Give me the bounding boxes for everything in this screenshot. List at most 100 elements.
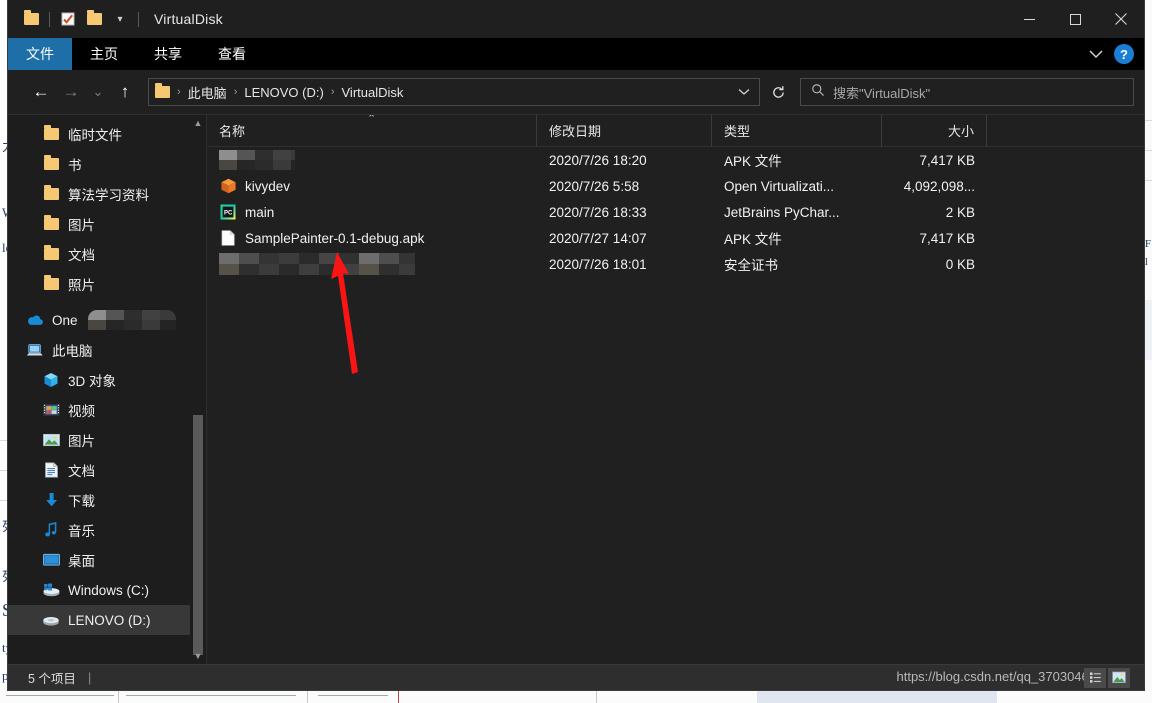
breadcrumb-item-this-pc[interactable]: 此电脑 <box>184 83 231 102</box>
window-title: VirtualDisk <box>154 11 223 27</box>
file-size-cell: 0 KB <box>945 256 975 272</box>
breadcrumb-separator: › <box>330 86 335 98</box>
sidebar-item-label: 照片 <box>68 278 95 293</box>
table-row[interactable]: SamplePainter-0.1-debug.apk 2020/7/27 14… <box>207 225 1144 251</box>
sidebar-item-documents[interactable]: 文档 <box>8 455 206 485</box>
address-bar[interactable]: › 此电脑 › LENOVO (D:) › VirtualDisk <box>148 78 760 106</box>
details-view-button[interactable] <box>1084 667 1106 688</box>
breadcrumb-item-lenovo-d[interactable]: LENOVO (D:) <box>240 85 327 100</box>
file-type-cell: JetBrains PyChar... <box>724 204 840 220</box>
file-date-cell: 2020/7/26 18:33 <box>549 204 647 220</box>
file-name-cell: kivydev <box>207 177 537 195</box>
sidebar-item-label: 文档 <box>68 248 95 263</box>
file-type-cell: Open Virtualizati... <box>724 178 835 194</box>
breadcrumb-item-virtualdisk[interactable]: VirtualDisk <box>338 85 408 100</box>
sidebar-item-label: Windows (C:) <box>68 582 150 598</box>
document-icon <box>219 229 237 247</box>
svg-text:PC: PC <box>224 210 233 216</box>
recent-locations-chevron-icon[interactable]: ⌄ <box>86 77 110 107</box>
table-row[interactable]: 2020/7/26 18:20 APK 文件 7,417 KB <box>207 147 1144 173</box>
help-button[interactable]: ? <box>1114 44 1134 64</box>
tab-view[interactable]: 查看 <box>200 38 264 70</box>
scroll-down-arrow-icon[interactable]: ▼ <box>190 648 206 664</box>
close-button[interactable] <box>1098 0 1144 38</box>
table-row[interactable]: 2020/7/26 18:01 安全证书 0 KB <box>207 251 1144 277</box>
new-folder-icon[interactable] <box>81 6 107 32</box>
background-window-bottom <box>0 690 1152 703</box>
file-date-cell: 2020/7/27 14:07 <box>549 230 647 246</box>
properties-icon[interactable] <box>55 6 81 32</box>
sidebar-item-书[interactable]: 书 <box>8 149 206 179</box>
onedrive-icon <box>26 311 44 329</box>
sidebar-item-label: 书 <box>68 158 82 173</box>
column-header-name[interactable]: 名称 ⌃ <box>207 115 537 147</box>
file-size-cell: 2 KB <box>945 204 975 220</box>
ribbon-actions: ? <box>1082 38 1144 70</box>
search-icon <box>811 83 825 102</box>
back-button[interactable]: ← <box>26 77 56 107</box>
table-row[interactable]: PC main 2020/7/26 18:33 JetBrains PyChar… <box>207 199 1144 225</box>
column-header-label: 大小 <box>947 124 974 139</box>
forward-button[interactable]: → <box>56 77 86 107</box>
redaction-block <box>219 150 295 170</box>
column-header-label: 修改日期 <box>549 124 602 139</box>
sidebar-item-label: 3D 对象 <box>68 374 117 389</box>
minimize-button[interactable] <box>1006 0 1052 38</box>
address-dropdown-chevron-icon[interactable] <box>733 80 755 104</box>
this-pc-icon <box>26 341 44 359</box>
file-type-cell: APK 文件 <box>724 232 782 247</box>
sidebar-item-算法学习资料[interactable]: 算法学习资料 <box>8 179 206 209</box>
search-box[interactable]: 搜索"VirtualDisk" <box>800 78 1134 106</box>
tab-share[interactable]: 共享 <box>136 38 200 70</box>
column-header-size[interactable]: 大小 <box>882 115 987 147</box>
tab-home[interactable]: 主页 <box>72 38 136 70</box>
desktop-icon <box>42 551 60 569</box>
sidebar-item-onedrive[interactable]: One <box>8 305 206 335</box>
sidebar-item-downloads[interactable]: 下载 <box>8 485 206 515</box>
table-row[interactable]: kivydev 2020/7/26 5:58 Open Virtualizati… <box>207 173 1144 199</box>
sidebar-item-临时文件[interactable]: 临时文件 <box>8 119 206 149</box>
chevron-down-icon[interactable] <box>1082 40 1110 68</box>
sidebar-item-this-pc[interactable]: 此电脑 <box>8 335 206 365</box>
sidebar-item-pictures[interactable]: 图片 <box>8 425 206 455</box>
folder-icon[interactable] <box>18 6 44 32</box>
customize-qat-chevron-icon[interactable]: ▾ <box>107 6 133 32</box>
sidebar-item-videos[interactable]: 视频 <box>8 395 206 425</box>
file-type-cell: 安全证书 <box>724 258 778 273</box>
column-header-label: 类型 <box>724 124 751 139</box>
column-header-date-modified[interactable]: 修改日期 <box>537 115 712 147</box>
file-date-cell: 2020/7/26 18:20 <box>549 152 647 168</box>
file-type-cell: APK 文件 <box>724 154 782 169</box>
sidebar-item-label: One <box>52 312 78 328</box>
up-button[interactable]: ↑ <box>110 77 140 107</box>
sidebar-item-3d-objects[interactable]: 3D 对象 <box>8 365 206 395</box>
refresh-button[interactable] <box>762 78 794 106</box>
folder-icon <box>42 275 60 293</box>
file-name-label: SamplePainter-0.1-debug.apk <box>245 230 425 246</box>
toolbar-divider <box>49 11 50 27</box>
sidebar-item-图片-quick[interactable]: 图片 <box>8 209 206 239</box>
search-input[interactable]: 搜索"VirtualDisk" <box>833 83 930 102</box>
title-divider <box>138 11 139 27</box>
sidebar-item-windows-c[interactable]: Windows (C:) <box>8 575 206 605</box>
scrollbar-thumb[interactable] <box>193 415 203 655</box>
tab-file[interactable]: 文件 <box>8 38 72 70</box>
maximize-button[interactable] <box>1052 0 1098 38</box>
file-name-label: main <box>245 204 275 220</box>
scroll-up-arrow-icon[interactable]: ▲ <box>190 115 206 131</box>
sidebar-item-照片[interactable]: 照片 <box>8 269 206 299</box>
sidebar-item-desktop[interactable]: 桌面 <box>8 545 206 575</box>
file-name-cell: PC main <box>207 203 537 221</box>
sidebar-item-文档-quick[interactable]: 文档 <box>8 239 206 269</box>
column-header-type[interactable]: 类型 <box>712 115 882 147</box>
ribbon-tab-bar: 文件 主页 共享 查看 ? <box>8 38 1144 70</box>
file-size-cell: 7,417 KB <box>919 230 975 246</box>
column-headers: 名称 ⌃ 修改日期 类型 大小 <box>207 115 1144 147</box>
sidebar-item-label: 下载 <box>68 494 95 509</box>
large-icons-view-button[interactable] <box>1108 667 1130 688</box>
sidebar-item-lenovo-d[interactable]: LENOVO (D:) <box>8 605 206 635</box>
sidebar-item-music[interactable]: 音乐 <box>8 515 206 545</box>
sidebar-scrollbar[interactable]: ▲ ▼ <box>190 115 206 664</box>
system-drive-icon <box>42 581 60 599</box>
file-list-pane: 名称 ⌃ 修改日期 类型 大小 2020/7/26 18:20 APK 文件 7… <box>206 115 1144 664</box>
